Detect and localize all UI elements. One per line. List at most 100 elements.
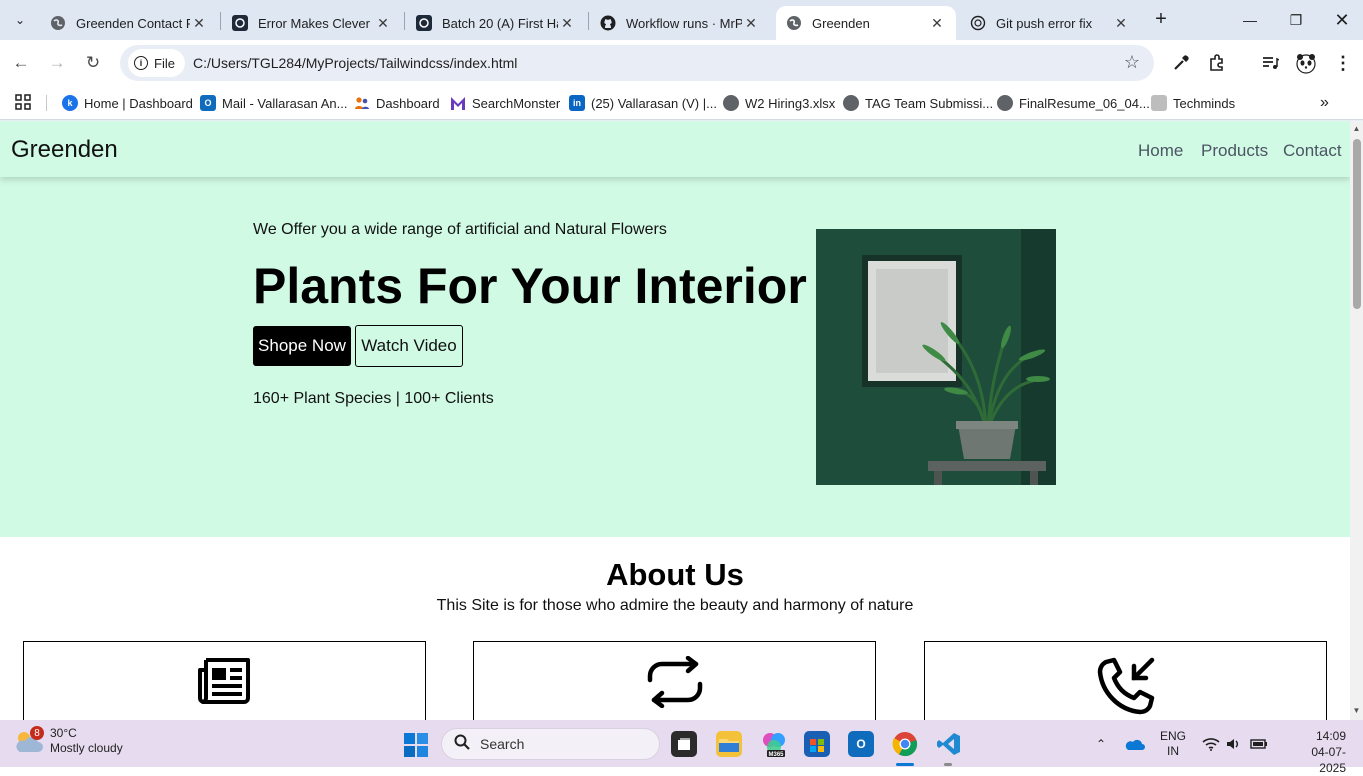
tab-search-button[interactable]: ⌄ [8,8,32,32]
nav-contact[interactable]: Contact [1283,141,1342,161]
microsoft-store-icon[interactable] [804,731,830,757]
close-tab-icon[interactable]: ✕ [928,15,946,32]
running-app-indicator [944,763,952,766]
close-tab-icon[interactable]: ✕ [558,15,576,32]
cloudy-weather-icon: 8 [14,726,44,754]
bookmark-home-dashboard[interactable]: k Home | Dashboard [62,92,193,114]
phone-incoming-icon [1097,657,1154,715]
about-title: About Us [606,557,744,592]
scroll-thumb[interactable] [1353,139,1361,309]
bookmark-searchmonster[interactable]: SearchMonster [450,92,560,114]
bookmarks-bar: k Home | Dashboard O Mail - Vallarasan An.… [0,86,1363,120]
bookmark-tag-team[interactable]: TAG Team Submissi... [843,92,993,114]
browser-toolbar: ← → ↻ i File C:/Users/TGL284/MyProjects/… [0,40,1363,86]
eyedropper-extension-icon[interactable] [1169,51,1193,75]
tab-error-makes-clever[interactable]: Error Makes Clever ✕ [222,6,402,40]
tab-greenden-active[interactable]: Greenden ✕ [776,6,956,40]
nav-home[interactable]: Home [1138,141,1183,161]
tab-divider [220,12,221,30]
k-icon: k [62,95,78,111]
globe-icon [50,15,66,31]
about-card [924,641,1327,720]
close-tab-icon[interactable]: ✕ [190,15,208,32]
language-indicator[interactable]: ENG IN [1160,720,1186,767]
more-bookmarks-button[interactable]: » [1320,92,1329,114]
browser-window: ⌄ Greenden Contact Pa ✕ Error Makes Clev… [0,0,1363,121]
address-bar[interactable]: i File C:/Users/TGL284/MyProjects/Tailwi… [120,45,1154,81]
page-scrollbar[interactable]: ▲ ▼ [1350,121,1363,720]
bookmark-techminds[interactable]: Techminds [1151,92,1235,114]
bookmark-linkedin[interactable]: in (25) Vallarasan (V) |... [569,92,717,114]
restore-button[interactable]: ❐ [1281,6,1311,34]
close-tab-icon[interactable]: ✕ [742,15,760,32]
hero-section: We Offer you a wide range of artificial … [0,177,1350,537]
battery-icon[interactable] [1250,720,1268,767]
emc-icon [416,15,432,31]
chrome-menu-button[interactable]: ⋮ [1331,51,1355,75]
close-tab-icon[interactable]: ✕ [374,15,392,32]
outlook-icon: O [200,95,216,111]
tab-batch-20[interactable]: Batch 20 (A) First Half ✕ [406,6,586,40]
bookmark-star-icon[interactable]: ☆ [1124,52,1140,73]
chatgpt-icon [970,15,986,31]
chrome-icon[interactable] [892,731,918,757]
shop-now-button[interactable]: Shope Now [253,326,351,366]
hero-tagline: We Offer you a wide range of artificial … [253,221,667,238]
double-chevron-right-icon: » [1320,94,1329,111]
new-tab-button[interactable]: + [1150,8,1172,30]
bookmark-w2-hiring[interactable]: W2 Hiring3.xlsx [723,92,835,114]
about-subtitle: This Site is for those who admire the be… [436,597,914,614]
refresh-icon [647,656,702,708]
minimize-button[interactable]: — [1235,6,1265,34]
taskbar-search[interactable]: Search [441,728,660,760]
reload-button[interactable]: ↻ [81,51,105,75]
scroll-up-arrow[interactable]: ▲ [1352,124,1361,133]
back-button[interactable]: ← [9,51,33,75]
tab-greenden-contact[interactable]: Greenden Contact Pa ✕ [40,6,218,40]
watch-video-button[interactable]: Watch Video [355,325,463,367]
site-brand[interactable]: Greenden [11,136,118,164]
apps-button[interactable] [14,92,32,114]
task-view-icon[interactable] [671,731,697,757]
page-viewport: Greenden Home Products Contact We Offer … [0,121,1350,720]
svg-text:M365: M365 [768,752,784,757]
forward-button[interactable]: → [45,51,69,75]
outlook-icon[interactable]: O [848,731,874,757]
tab-workflow-runs[interactable]: Workflow runs · MrPa ✕ [590,6,770,40]
start-button[interactable] [404,733,428,757]
bookmark-mail[interactable]: O Mail - Vallarasan An... [200,92,347,114]
scroll-down-arrow[interactable]: ▼ [1352,706,1361,715]
volume-icon[interactable] [1226,720,1242,767]
bookmark-final-resume[interactable]: FinalResume_06_04... [997,92,1150,114]
site-info-chip[interactable]: i File [128,49,185,77]
m-icon [450,95,466,111]
globe-icon [997,95,1013,111]
microsoft-365-icon[interactable]: M365 [761,731,787,757]
profile-avatar[interactable] [1294,51,1318,75]
close-window-button[interactable]: ✕ [1327,6,1357,34]
search-icon [454,734,470,754]
windows-logo-icon [404,733,428,757]
globe-icon [723,95,739,111]
bookmark-dashboard[interactable]: Dashboard [354,92,440,114]
system-clock[interactable]: 14:09 04-07-2025 [1296,728,1346,776]
tab-git-push-error[interactable]: Git push error fix ✕ [960,6,1140,40]
media-controls-icon[interactable] [1258,51,1282,75]
weather-condition: Mostly cloudy [50,741,123,755]
arrow-right-icon: → [48,53,66,72]
wifi-icon[interactable] [1202,720,1220,767]
show-hidden-icons[interactable]: ⌃ [1096,720,1106,767]
tab-strip: ⌄ Greenden Contact Pa ✕ Error Makes Clev… [0,0,1363,40]
url-text[interactable]: C:/Users/TGL284/MyProjects/Tailwindcss/i… [193,55,517,71]
windows-taskbar: 8 30°C Mostly cloudy Search M365 O ⌃ ENG… [0,720,1363,775]
minimize-icon: — [1243,12,1257,28]
about-card [23,641,426,720]
tab-divider [404,12,405,30]
extensions-puzzle-icon[interactable] [1205,51,1229,75]
file-explorer-icon[interactable] [716,731,742,757]
weather-widget[interactable]: 8 30°C Mostly cloudy [14,726,123,756]
close-tab-icon[interactable]: ✕ [1112,15,1130,32]
onedrive-icon[interactable] [1125,720,1145,767]
vscode-icon[interactable] [936,731,962,757]
nav-products[interactable]: Products [1201,141,1268,161]
